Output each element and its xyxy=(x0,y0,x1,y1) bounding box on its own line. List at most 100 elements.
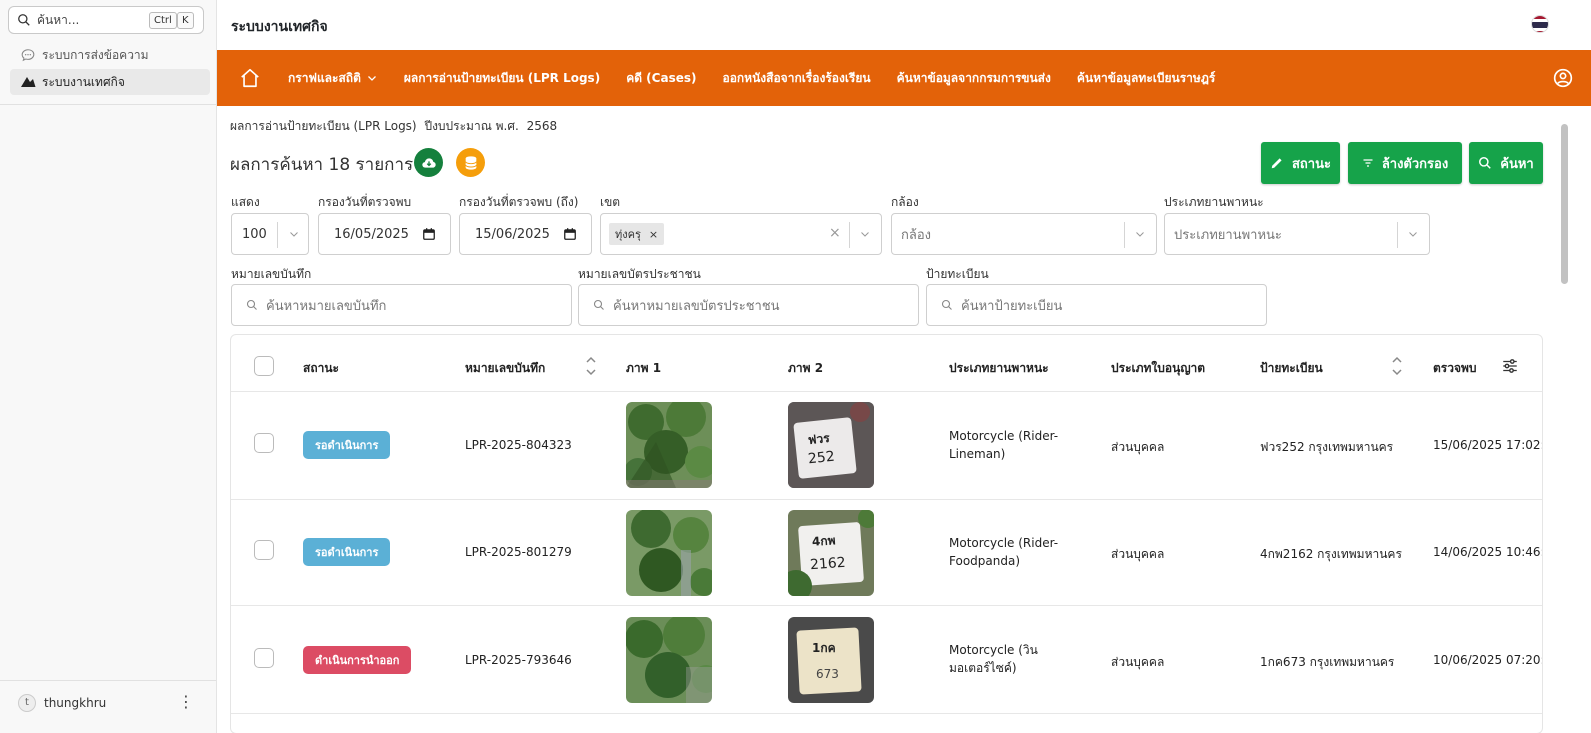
status-badge: รอดำเนินการ xyxy=(303,538,391,566)
search-icon xyxy=(941,299,952,310)
date-to-input[interactable]: 15/06/2025 xyxy=(459,213,592,255)
sidebar-divider xyxy=(0,680,216,681)
detected-time: 15/06/2025 17:02:4 xyxy=(1433,438,1543,452)
select-divider xyxy=(1124,222,1125,248)
date-from-label: กรองวันที่ตรวจพบ xyxy=(318,195,412,209)
thai-flag-icon[interactable] xyxy=(1531,15,1549,33)
nav-item-dlt-search[interactable]: ค้นหาข้อมูลจากกรมการขนส่ง xyxy=(897,69,1051,88)
nav-item-civil-registry[interactable]: ค้นหาข้อมูลทะเบียนราษฎร์ xyxy=(1077,69,1215,88)
tree-image[interactable] xyxy=(626,617,712,703)
nav-item-lpr-logs[interactable]: ผลการอ่านป้ายทะเบียน (LPR Logs) xyxy=(404,69,600,88)
camera-select[interactable]: กล้อง xyxy=(891,213,1157,255)
cloud-download-icon xyxy=(421,157,436,168)
camera-placeholder: กล้อง xyxy=(901,227,931,243)
tree-image[interactable] xyxy=(626,510,712,596)
sidebar-search-placeholder: ค้นหา... xyxy=(37,12,80,27)
license-type: ส่วนบุคคล xyxy=(1111,440,1165,454)
download-button[interactable] xyxy=(414,148,443,177)
date-from-input[interactable]: 16/05/2025 xyxy=(318,213,451,255)
id-card-label: หมายเลขบัตรประชาชน xyxy=(578,267,701,281)
results-title: ผลการค้นหา 18 รายการ xyxy=(230,155,414,175)
select-all-checkbox[interactable] xyxy=(254,356,274,376)
plate-number: ฟวร252 กรุงเทพมหานคร xyxy=(1260,440,1394,454)
sidebar-search-input[interactable]: ค้นหา... Ctrl K xyxy=(8,6,204,34)
calendar-icon[interactable] xyxy=(422,227,436,241)
chevron-down-icon xyxy=(1409,232,1417,237)
plate-input[interactable]: ค้นหาป้ายทะเบียน xyxy=(926,284,1267,326)
vehicle-type-select[interactable]: ประเภทยานพาหนะ xyxy=(1164,213,1430,255)
clear-filters-button[interactable]: ล้างตัวกรอง xyxy=(1348,142,1462,184)
date-to-label: กรองวันที่ตรวจพบ (ถึง) xyxy=(459,195,579,209)
vehicle-type: Motorcycle (Rider- Foodpanda) xyxy=(949,534,1069,570)
col-header-detected[interactable]: ตรวจพบ xyxy=(1433,359,1477,378)
row-checkbox[interactable] xyxy=(254,540,274,560)
page-title: ระบบงานเทศกิจ xyxy=(231,19,328,35)
vehicle-type-line: Lineman) xyxy=(949,447,1006,461)
sort-icon[interactable] xyxy=(585,355,597,377)
page-size-value: 100 xyxy=(242,226,267,242)
status-button[interactable]: สถานะ xyxy=(1261,142,1340,184)
page-size-select[interactable]: 100 xyxy=(231,213,309,255)
nav-item-charts[interactable]: กราฟและสถิติ xyxy=(288,69,378,88)
nav-item-cases[interactable]: คดี (Cases) xyxy=(626,69,696,88)
record-no-input[interactable]: ค้นหาหมายเลขบันทึก xyxy=(231,284,572,326)
breadcrumb-year-value: 2568 xyxy=(526,119,558,133)
tree-image[interactable] xyxy=(626,402,712,488)
user-profile[interactable]: t thungkhru xyxy=(18,694,106,712)
plate-label: ป้ายทะเบียน xyxy=(926,267,989,281)
nav-item-label: กราฟและสถิติ xyxy=(288,70,361,85)
row-checkbox[interactable] xyxy=(254,648,274,668)
vehicle-type-line: มอเตอร์ไซค์) xyxy=(949,661,1017,675)
select-divider xyxy=(1397,222,1398,248)
record-number: LPR-2025-801279 xyxy=(465,545,572,559)
id-card-placeholder: ค้นหาหมายเลขบัตรประชาชน xyxy=(613,298,780,314)
chevron-down-icon xyxy=(1136,232,1144,237)
col-header-license-type[interactable]: ประเภทใบอนุญาต xyxy=(1111,359,1205,378)
row-checkbox[interactable] xyxy=(254,433,274,453)
plate-image[interactable]: 1กค 673 xyxy=(788,617,874,703)
more-vertical-icon[interactable]: ⋮ xyxy=(178,694,194,710)
col-header-image-1: ภาพ 1 xyxy=(626,361,662,375)
home-icon[interactable] xyxy=(239,67,261,89)
scrollbar-thumb[interactable] xyxy=(1561,124,1568,284)
license-type: ส่วนบุคคล xyxy=(1111,547,1165,561)
plate-text: 252 xyxy=(807,448,836,468)
column-settings-button[interactable] xyxy=(1493,351,1527,381)
sidebar-item-tessakij[interactable]: ระบบงานเทศกิจ xyxy=(10,69,210,95)
filter-icon xyxy=(1363,159,1373,167)
col-header-plate[interactable]: ป้ายทะเบียน xyxy=(1260,359,1323,378)
row-divider xyxy=(231,713,1542,714)
clear-icon[interactable]: × xyxy=(829,225,841,241)
sidebar-item-messaging[interactable]: ระบบการส่งข้อความ xyxy=(10,42,210,68)
col-header-vehicle-type[interactable]: ประเภทยานพาหนะ xyxy=(949,359,1049,378)
chevron-down-icon xyxy=(367,76,376,81)
search-button[interactable]: ค้นหา xyxy=(1469,142,1543,184)
nav-item-complaint-letters[interactable]: ออกหนังสือจากเรื่องร้องเรียน xyxy=(722,69,870,88)
search-icon xyxy=(18,14,30,26)
plate-image[interactable]: ฟวร 252 xyxy=(788,402,874,488)
breadcrumb-year-label: ปีงบประมาณ พ.ศ. xyxy=(424,119,519,133)
district-chip: ทุ่งครุ × xyxy=(609,223,665,245)
district-select[interactable]: ทุ่งครุ × × xyxy=(600,213,882,255)
detected-time: 10/06/2025 07:20: xyxy=(1433,653,1543,667)
chip-remove-icon[interactable]: × xyxy=(649,228,658,241)
user-circle-icon[interactable] xyxy=(1553,68,1573,88)
plate-text: 673 xyxy=(816,667,839,681)
vehicle-type-placeholder: ประเภทยานพาหนะ xyxy=(1174,227,1282,243)
col-header-record[interactable]: หมายเลขบันทึก xyxy=(465,359,545,378)
col-header-status[interactable]: สถานะ xyxy=(303,359,339,378)
database-button[interactable] xyxy=(456,148,485,177)
plate-image[interactable]: 4กพ 2162 xyxy=(788,510,874,596)
pencil-icon xyxy=(1271,158,1282,169)
sort-icon[interactable] xyxy=(1391,355,1403,377)
results-table: สถานะ หมายเลขบันทึก ภาพ 1 ภาพ 2 ประเภทยา… xyxy=(230,334,1543,733)
vehicle-type-line: Motorcycle (Rider- xyxy=(949,536,1059,550)
search-icon xyxy=(1479,157,1492,169)
vehicle-type: Motorcycle (วิน มอเตอร์ไซค์) xyxy=(949,641,1069,677)
record-number: LPR-2025-804323 xyxy=(465,438,572,452)
id-card-input[interactable]: ค้นหาหมายเลขบัตรประชาชน xyxy=(578,284,919,326)
calendar-icon[interactable] xyxy=(563,227,577,241)
vehicle-type-line: Foodpanda) xyxy=(949,554,1021,568)
detected-time: 14/06/2025 10:46:2 xyxy=(1433,545,1543,559)
sidebar-divider xyxy=(0,104,216,105)
